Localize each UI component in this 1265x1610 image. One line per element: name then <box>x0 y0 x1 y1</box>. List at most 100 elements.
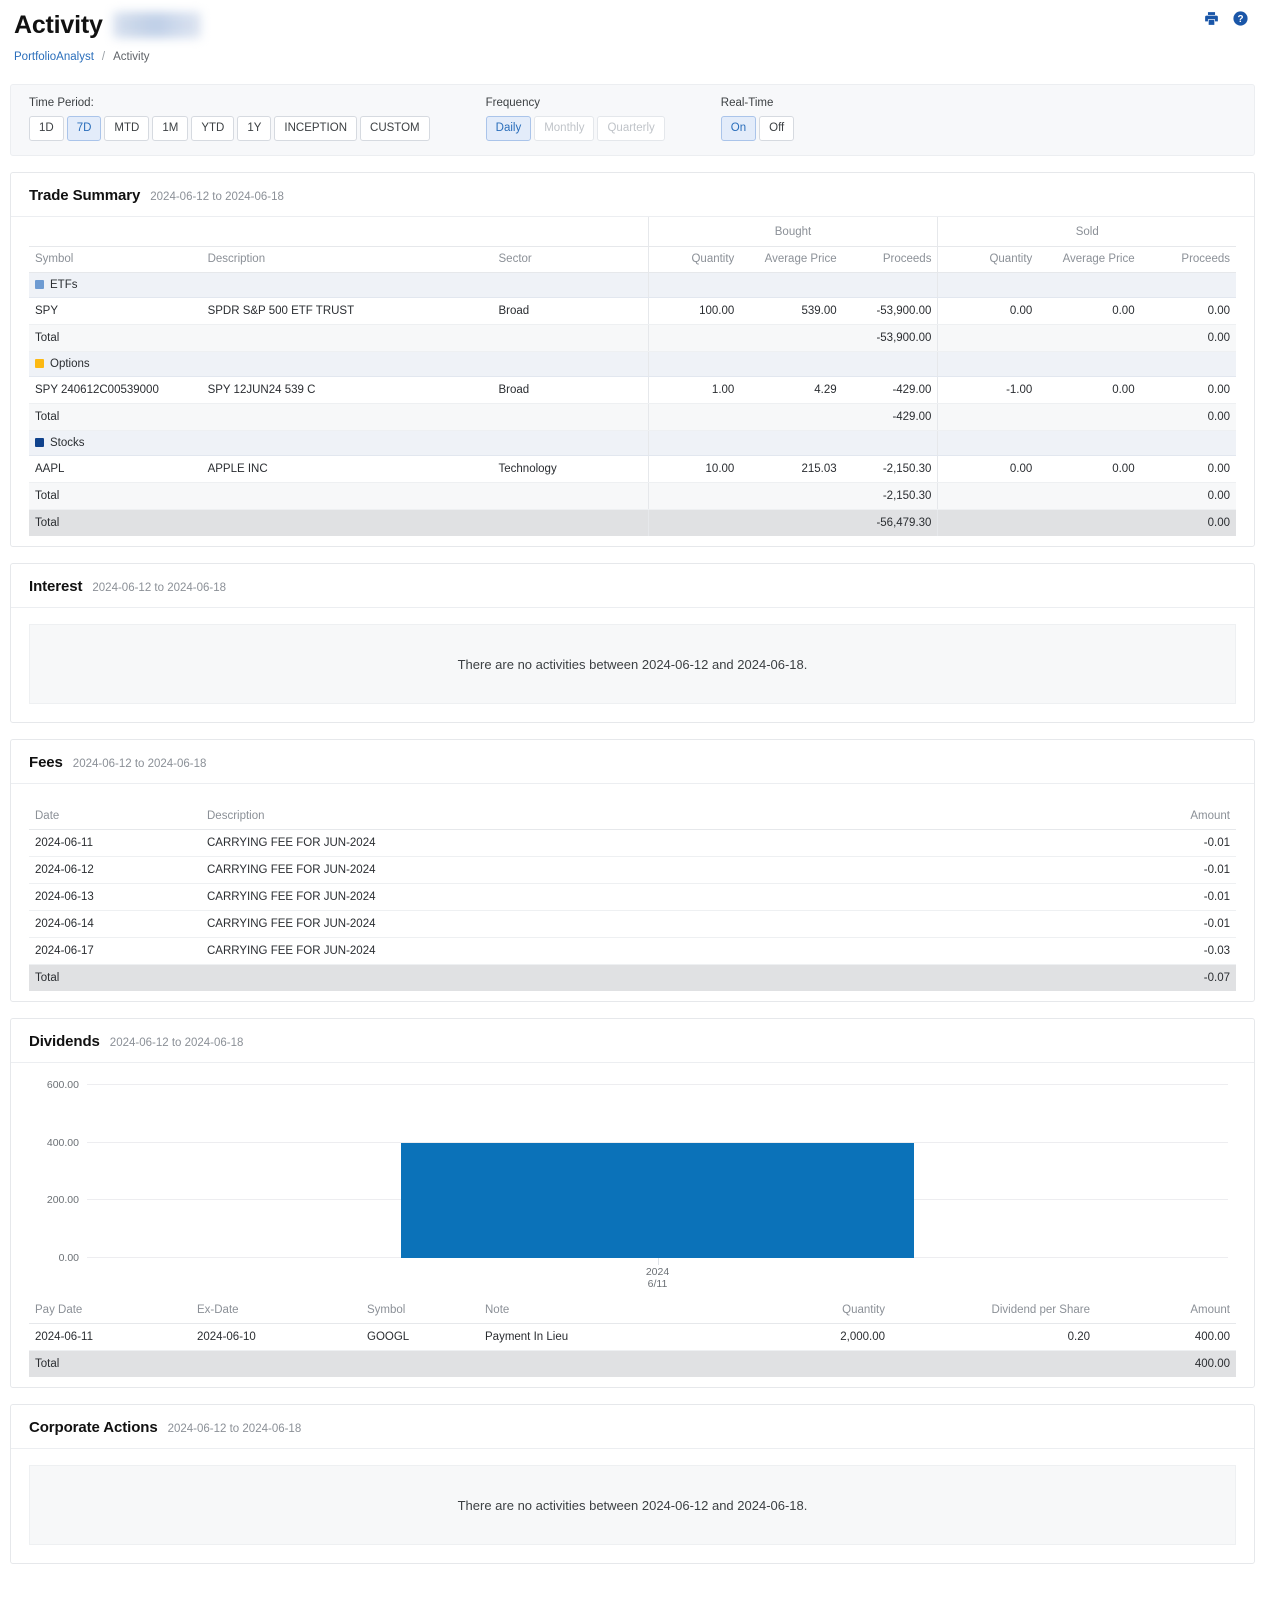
frequency-quarterly[interactable]: Quarterly <box>597 116 665 141</box>
realtime-group: Real-Time On Off <box>720 97 795 141</box>
col-amount: Amount <box>1036 804 1236 830</box>
subtotal-etfs-sector-fill <box>492 324 649 352</box>
col-bought-proceeds: Proceeds <box>842 246 938 273</box>
cell-sold-proceeds: 0.00 <box>1140 455 1236 483</box>
table-row: 2024-06-11 CARRYING FEE FOR JUN-2024 -0.… <box>29 829 1236 857</box>
chart-gridline: 600.00 <box>47 1079 1228 1091</box>
cell-symbol: SPY 240612C00539000 <box>29 376 202 404</box>
cell-amount: -0.01 <box>1036 856 1236 884</box>
cell-description: CARRYING FEE FOR JUN-2024 <box>201 910 1036 938</box>
fees-range: 2024-06-12 to 2024-06-18 <box>72 758 207 770</box>
cell-bought-avg-price: 215.03 <box>740 455 843 483</box>
dividends-total-fill-3 <box>479 1350 701 1377</box>
time-period-1y[interactable]: 1Y <box>237 116 272 141</box>
frequency-monthly[interactable]: Monthly <box>534 116 595 141</box>
cell-date: 2024-06-14 <box>29 910 201 938</box>
table-row: 2024-06-11 2024-06-10 GOOGL Payment In L… <box>29 1323 1236 1351</box>
group-etfs-bought-fill <box>647 272 938 298</box>
grand-total-sq-fill <box>937 509 1039 536</box>
subtotal-etfs-sq-fill <box>937 324 1039 352</box>
subtotal-options-sold-proceeds: 0.00 <box>1140 403 1236 431</box>
realtime-off[interactable]: Off <box>759 116 795 141</box>
printer-icon[interactable] <box>1203 10 1220 27</box>
cell-description: CARRYING FEE FOR JUN-2024 <box>201 856 1036 884</box>
corporate-actions-card: Corporate Actions 2024-06-12 to 2024-06-… <box>10 1404 1255 1564</box>
col-bought-avg-price: Average Price <box>740 246 843 273</box>
fees-total-desc-fill <box>201 964 1036 991</box>
dividends-card: Dividends 2024-06-12 to 2024-06-18 0.00 2… <box>10 1018 1255 1388</box>
help-icon[interactable]: ? <box>1232 10 1249 27</box>
chart-x-axis-label: 2024 6/11 <box>645 1266 670 1290</box>
group-row-options: Options <box>29 351 1236 377</box>
cell-quantity: 2,000.00 <box>701 1323 891 1351</box>
title-row: Activity <box>14 8 1247 42</box>
time-period-inception[interactable]: INCEPTION <box>274 116 358 141</box>
fees-card: Fees 2024-06-12 to 2024-06-18 Date Descr… <box>10 739 1255 1002</box>
grand-total-label: Total <box>29 509 202 536</box>
time-period-label: Time Period: <box>29 97 94 109</box>
table-row: 2024-06-12 CARRYING FEE FOR JUN-2024 -0.… <box>29 856 1236 884</box>
cell-sold-avg-price: 0.00 <box>1038 376 1141 404</box>
trade-summary-title: Trade Summary <box>29 187 141 204</box>
time-period-1m[interactable]: 1M <box>152 116 189 141</box>
subtotal-stocks-sold-proceeds: 0.00 <box>1140 482 1236 510</box>
group-options-bought-fill <box>647 351 938 377</box>
group-options-sold-fill <box>937 351 1236 377</box>
time-period-mtd[interactable]: MTD <box>104 116 150 141</box>
interest-header: Interest 2024-06-12 to 2024-06-18 <box>11 564 1254 608</box>
cell-symbol: AAPL <box>29 455 202 483</box>
cell-dividend-per-share: 0.20 <box>891 1323 1096 1351</box>
time-period-ytd[interactable]: YTD <box>191 116 235 141</box>
subtotal-stocks-bap-fill <box>740 482 843 510</box>
cell-bought-avg-price: 539.00 <box>740 297 843 325</box>
subtotal-etfs-bap-fill <box>740 324 843 352</box>
masked-account-id <box>112 12 201 38</box>
group-label-stocks: Stocks <box>50 437 85 449</box>
dividends-range: 2024-06-12 to 2024-06-18 <box>109 1037 244 1049</box>
group-header-bought: Bought <box>647 217 938 247</box>
realtime-buttons: On Off <box>720 116 795 141</box>
trade-summary-card: Trade Summary 2024-06-12 to 2024-06-18 B… <box>10 172 1255 547</box>
breadcrumb-current: Activity <box>113 51 150 63</box>
realtime-on[interactable]: On <box>720 116 757 141</box>
fees-total-row: Total -0.07 <box>29 964 1236 991</box>
breadcrumb: PortfolioAnalyst / Activity <box>14 51 1247 63</box>
cell-amount: -0.01 <box>1036 883 1236 911</box>
interest-title: Interest <box>29 578 83 595</box>
col-amount: Amount <box>1096 1298 1236 1324</box>
page-title: Activity <box>14 11 103 39</box>
time-period-custom[interactable]: CUSTOM <box>360 116 430 141</box>
cell-sector: Technology <box>492 455 649 483</box>
col-pay-date: Pay Date <box>29 1298 191 1324</box>
cell-description: SPY 12JUN24 539 C <box>201 376 493 404</box>
realtime-label: Real-Time <box>720 97 774 109</box>
table-row: 2024-06-14 CARRYING FEE FOR JUN-2024 -0.… <box>29 910 1236 938</box>
subtotal-options-sap-fill <box>1038 403 1141 431</box>
subtotal-options-bap-fill <box>740 403 843 431</box>
fees-table-wrap: Date Description Amount 2024-06-11 CARRY… <box>11 784 1254 1001</box>
dividends-title: Dividends <box>29 1033 100 1050</box>
time-period-7d[interactable]: 7D <box>66 116 102 141</box>
interest-empty-message: There are no activities between 2024-06-… <box>29 624 1236 704</box>
grand-total-bq-fill <box>647 509 741 536</box>
group-stocks-sold-fill <box>937 430 1236 456</box>
subtotal-options-sq-fill <box>937 403 1039 431</box>
activity-page: Activity ? PortfolioAnalyst / Activity T… <box>0 0 1265 1564</box>
cell-bought-quantity: 1.00 <box>647 376 741 404</box>
breadcrumb-root-link[interactable]: PortfolioAnalyst <box>14 51 94 63</box>
subtotal-etfs-sap-fill <box>1038 324 1141 352</box>
subtotal-stocks-desc-fill <box>201 482 493 510</box>
frequency-daily[interactable]: Daily <box>485 116 532 141</box>
trade-summary-group-header-row: Bought Sold <box>29 217 1236 247</box>
col-sold-quantity: Quantity <box>937 246 1039 273</box>
corporate-actions-range: 2024-06-12 to 2024-06-18 <box>167 1423 302 1435</box>
group-label-options: Options <box>50 358 90 370</box>
col-sector: Sector <box>492 246 649 273</box>
chart-bar[interactable] <box>400 1142 915 1258</box>
group-header-blank <box>29 217 649 247</box>
group-label-stocks-cell: Stocks <box>29 430 649 456</box>
time-period-1d[interactable]: 1D <box>29 116 64 141</box>
cell-sold-proceeds: 0.00 <box>1140 376 1236 404</box>
trade-summary-column-header-row: Symbol Description Sector Quantity Avera… <box>29 246 1236 273</box>
corporate-actions-header: Corporate Actions 2024-06-12 to 2024-06-… <box>11 1405 1254 1449</box>
